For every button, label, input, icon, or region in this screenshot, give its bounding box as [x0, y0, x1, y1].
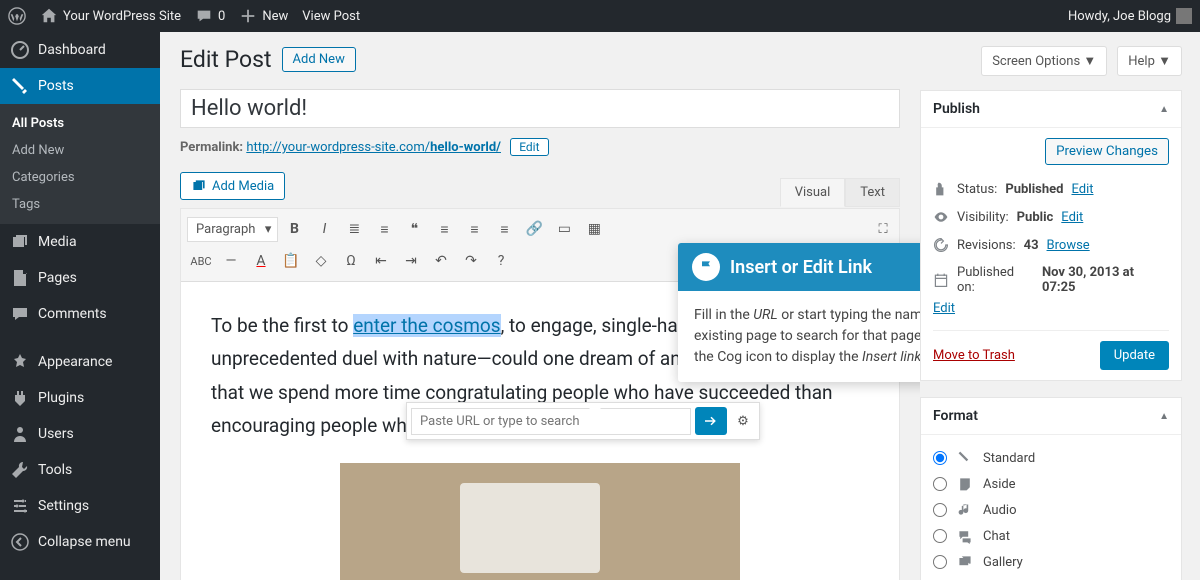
menu-pages[interactable]: Pages [0, 260, 160, 296]
chevron-up-icon: ▲ [1159, 104, 1169, 115]
add-new-button[interactable]: Add New [282, 47, 356, 72]
menu-users[interactable]: Users [0, 416, 160, 452]
view-post[interactable]: View Post [302, 9, 360, 24]
permalink-edit-button[interactable]: Edit [510, 138, 548, 156]
hr-icon[interactable]: — [217, 247, 245, 275]
submenu-all-posts[interactable]: All Posts [0, 110, 160, 137]
strike-icon[interactable]: ABC [187, 247, 215, 275]
screen-options-button[interactable]: Screen Options ▼ [981, 46, 1107, 76]
submenu-add-new[interactable]: Add New [0, 137, 160, 164]
permalink-row: Permalink: http://your-wordpress-site.co… [180, 138, 900, 156]
add-media-button[interactable]: Add Media [180, 172, 285, 200]
menu-posts[interactable]: Posts [0, 68, 160, 104]
tooltip-title: Insert or Edit Link [730, 257, 872, 278]
textcolor-icon[interactable]: A [247, 247, 275, 275]
collapse-menu[interactable]: Collapse menu [0, 524, 160, 560]
link-inline-popup: ⚙ [406, 402, 760, 440]
indent-icon[interactable]: ⇥ [397, 247, 425, 275]
more-icon[interactable]: ▭ [550, 215, 578, 243]
clear-icon[interactable]: ◇ [307, 247, 335, 275]
ul-icon[interactable]: ≣ [340, 215, 368, 243]
menu-plugins[interactable]: Plugins [0, 380, 160, 416]
link-icon[interactable]: 🔗 [520, 215, 548, 243]
menu-settings[interactable]: Settings [0, 488, 160, 524]
site-name[interactable]: Your WordPress Site [40, 7, 181, 25]
submenu-posts: All Posts Add New Categories Tags [0, 104, 160, 224]
main-content: Edit Post Add New Permalink: http://your… [160, 32, 920, 580]
menu-dashboard[interactable]: Dashboard [0, 32, 160, 68]
italic-icon[interactable]: I [310, 215, 338, 243]
distraction-free-icon[interactable]: ⛶ [869, 215, 897, 243]
paste-icon[interactable]: 📋 [277, 247, 305, 275]
outdent-icon[interactable]: ⇤ [367, 247, 395, 275]
link-url-input[interactable] [411, 408, 691, 435]
tooltip-body: Fill in the URL or start typing the name… [678, 291, 920, 382]
post-title-input[interactable] [180, 89, 900, 128]
link-tooltip: Insert or Edit Link Fill in the URL or s… [678, 243, 920, 382]
comments-count[interactable]: 0 [195, 7, 225, 25]
edit-status-link[interactable]: Edit [1071, 182, 1093, 197]
browse-revisions-link[interactable]: Browse [1047, 238, 1090, 253]
wp-logo[interactable] [8, 7, 26, 25]
submenu-tags[interactable]: Tags [0, 191, 160, 218]
publish-box: Publish▲ Preview Changes Status: Publish… [920, 90, 1182, 381]
format-chat[interactable]: Chat [933, 523, 1169, 549]
align-right-icon[interactable]: ≡ [490, 215, 518, 243]
publish-box-header[interactable]: Publish▲ [921, 91, 1181, 128]
format-box-header[interactable]: Format▲ [921, 398, 1181, 435]
sidebar-right: Screen Options ▼ Help ▼ Publish▲ Preview… [920, 32, 1200, 580]
account-greeting[interactable]: Howdy, Joe Blogg [1068, 8, 1192, 24]
tab-text[interactable]: Text [845, 178, 900, 207]
help-icon[interactable]: ? [487, 247, 515, 275]
char-icon[interactable]: Ω [337, 247, 365, 275]
page-title: Edit Post [180, 46, 272, 73]
preview-button[interactable]: Preview Changes [1045, 138, 1169, 165]
format-select[interactable]: Paragraph [187, 217, 278, 242]
format-box: Format▲ Standard Aside Audio Chat Galler… [920, 397, 1182, 580]
redo-icon[interactable]: ↷ [457, 247, 485, 275]
quote-icon[interactable]: ❝ [400, 215, 428, 243]
submenu-categories[interactable]: Categories [0, 164, 160, 191]
update-button[interactable]: Update [1100, 341, 1169, 370]
undo-icon[interactable]: ↶ [427, 247, 455, 275]
ol-icon[interactable]: ≡ [370, 215, 398, 243]
site-name-label: Your WordPress Site [63, 9, 181, 24]
format-gallery[interactable]: Gallery [933, 549, 1169, 575]
edit-date-link[interactable]: Edit [933, 301, 955, 316]
admin-sidebar: Dashboard Posts All Posts Add New Catego… [0, 32, 160, 580]
menu-comments[interactable]: Comments [0, 296, 160, 332]
chevron-up-icon: ▲ [1159, 411, 1169, 422]
avatar [1176, 8, 1192, 24]
move-to-trash-link[interactable]: Move to Trash [933, 348, 1015, 363]
format-aside[interactable]: Aside [933, 471, 1169, 497]
permalink-link[interactable]: http://your-wordpress-site.com/hello-wor… [246, 140, 501, 155]
help-button[interactable]: Help ▼ [1117, 46, 1182, 76]
flag-icon [692, 253, 720, 281]
gear-icon[interactable]: ⚙ [731, 407, 755, 435]
new-content[interactable]: New [239, 7, 288, 25]
edit-visibility-link[interactable]: Edit [1061, 210, 1083, 225]
menu-appearance[interactable]: Appearance [0, 344, 160, 380]
format-standard[interactable]: Standard [933, 445, 1169, 471]
align-left-icon[interactable]: ≡ [430, 215, 458, 243]
toggle-toolbar-icon[interactable]: ▦ [580, 215, 608, 243]
menu-media[interactable]: Media [0, 224, 160, 260]
content-image[interactable] [340, 463, 740, 580]
bold-icon[interactable]: B [280, 215, 308, 243]
link-apply-button[interactable] [695, 407, 727, 435]
menu-tools[interactable]: Tools [0, 452, 160, 488]
format-audio[interactable]: Audio [933, 497, 1169, 523]
selected-text: enter the cosmos [353, 314, 500, 337]
tab-visual[interactable]: Visual [780, 178, 846, 207]
align-center-icon[interactable]: ≡ [460, 215, 488, 243]
